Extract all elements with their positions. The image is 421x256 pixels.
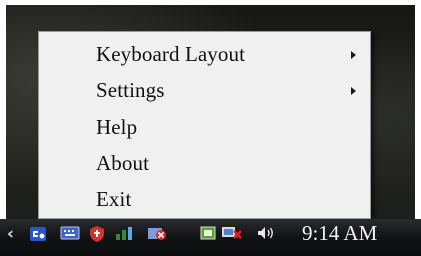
menu-item-about[interactable]: About xyxy=(39,146,370,180)
show-hidden-icons-chevron-icon[interactable]: ‹ xyxy=(7,224,14,244)
menu-item-label: About xyxy=(96,151,149,175)
screenshot-border-left xyxy=(0,0,6,256)
network-icon[interactable] xyxy=(114,225,132,241)
menu-item-label: Keyboard Layout xyxy=(96,42,246,66)
storage-icon[interactable] xyxy=(199,225,216,241)
security-shield-icon[interactable] xyxy=(89,225,105,242)
context-menu: Keyboard Layout Settings Help About Exit xyxy=(38,31,371,219)
taskbar: ‹ 9:14 AM xyxy=(0,219,421,256)
keyboard-icon[interactable] xyxy=(60,225,80,241)
menu-item-help[interactable]: Help xyxy=(39,110,370,144)
menu-item-exit[interactable]: Exit xyxy=(39,182,370,216)
blocked-app-icon[interactable] xyxy=(147,225,166,241)
submenu-arrow-icon xyxy=(351,87,356,95)
screenshot-border-right xyxy=(415,0,421,256)
menu-item-keyboard-layout[interactable]: Keyboard Layout xyxy=(39,37,370,71)
menu-item-label: Exit xyxy=(96,187,132,211)
network-disconnected-icon[interactable] xyxy=(221,225,242,241)
volume-icon[interactable] xyxy=(256,225,273,241)
submenu-arrow-icon xyxy=(351,51,356,59)
screenshot-border-top xyxy=(0,0,421,5)
ime-icon[interactable] xyxy=(29,225,46,241)
menu-item-label: Settings xyxy=(96,78,165,102)
menu-item-settings[interactable]: Settings xyxy=(39,73,370,107)
menu-item-label: Help xyxy=(96,115,138,139)
taskbar-clock[interactable]: 9:14 AM xyxy=(302,221,377,246)
